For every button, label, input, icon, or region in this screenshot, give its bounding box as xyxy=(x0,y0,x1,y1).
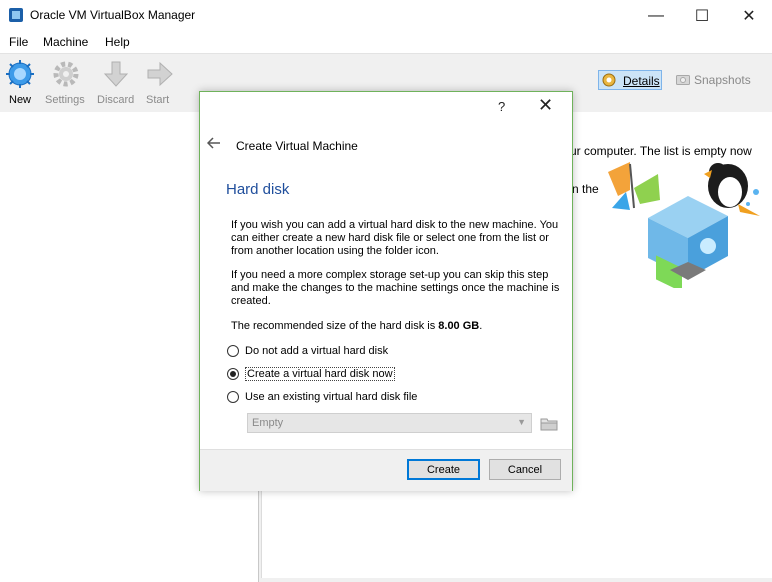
snapshots-button[interactable]: Snapshots xyxy=(674,70,751,90)
radio-create-disk[interactable]: Create a virtual hard disk now xyxy=(227,365,395,383)
dialog-close-button[interactable]: ✕ xyxy=(538,95,553,116)
dialog-heading: Create Virtual Machine xyxy=(236,139,358,153)
radio-existing-disk[interactable]: Use an existing virtual hard disk file xyxy=(227,388,417,406)
recommended-size-value: 8.00 GB xyxy=(438,320,480,332)
description-paragraph-1: If you wish you can add a virtual hard d… xyxy=(231,219,559,257)
help-button[interactable]: ? xyxy=(498,99,505,114)
close-window-button[interactable]: ✕ xyxy=(726,0,772,31)
window-title: Oracle VM VirtualBox Manager xyxy=(30,8,196,22)
menu-help[interactable]: Help xyxy=(105,35,130,49)
arrow-left-icon[interactable] xyxy=(206,136,221,153)
new-icon xyxy=(6,60,34,88)
recommended-size-suffix: . xyxy=(479,320,483,332)
radio-label: Create a virtual hard disk now xyxy=(245,367,395,381)
folder-icon[interactable] xyxy=(540,414,558,432)
page-title: Hard disk xyxy=(226,181,290,198)
welcome-text-line2: n the xyxy=(572,182,599,196)
settings-label: Settings xyxy=(45,94,85,106)
radio-button[interactable] xyxy=(227,345,239,357)
existing-disk-select[interactable]: Empty ▼ xyxy=(247,413,532,433)
discard-label: Discard xyxy=(97,94,135,106)
arrow-right-icon xyxy=(146,60,174,88)
start-button[interactable]: Start xyxy=(144,58,178,108)
app-icon xyxy=(8,7,24,23)
description-paragraph-2: If you need a more complex storage set-u… xyxy=(231,269,560,307)
gear-icon xyxy=(52,60,80,88)
minimize-button[interactable]: — xyxy=(633,0,679,31)
new-label: New xyxy=(9,94,32,106)
cancel-button[interactable]: Cancel xyxy=(489,459,561,480)
new-button[interactable]: New xyxy=(3,58,37,108)
settings-button[interactable]: Settings xyxy=(44,58,88,108)
radio-button[interactable] xyxy=(227,391,239,403)
recommended-size-prefix: The recommended size of the hard disk is xyxy=(231,320,439,332)
discard-button[interactable]: Discard xyxy=(96,58,136,108)
radio-label: Do not add a virtual hard disk xyxy=(245,345,389,357)
maximize-button[interactable]: ☐ xyxy=(679,0,725,31)
start-label: Start xyxy=(146,94,170,106)
details-label: Details xyxy=(623,74,660,88)
details-button[interactable]: Details xyxy=(598,70,662,90)
select-value: Empty xyxy=(252,417,284,429)
camera-icon xyxy=(676,73,690,85)
dialog-footer: Create Cancel xyxy=(200,449,572,491)
menu-file[interactable]: File xyxy=(9,35,28,49)
create-button[interactable]: Create xyxy=(407,459,480,480)
welcome-illustration xyxy=(600,152,768,292)
radio-button-selected[interactable] xyxy=(227,368,239,380)
snapshots-label: Snapshots xyxy=(694,73,751,87)
menu-machine[interactable]: Machine xyxy=(43,35,88,49)
radio-no-disk[interactable]: Do not add a virtual hard disk xyxy=(227,342,388,360)
recommended-size-text: The recommended size of the hard disk is… xyxy=(231,320,563,333)
chevron-down-icon: ▼ xyxy=(517,417,526,427)
arrow-down-icon xyxy=(102,60,130,88)
create-vm-dialog: ? ✕ Create Virtual Machine Hard disk If … xyxy=(199,91,573,491)
details-gear-icon xyxy=(602,73,616,87)
radio-label: Use an existing virtual hard disk file xyxy=(245,391,418,403)
